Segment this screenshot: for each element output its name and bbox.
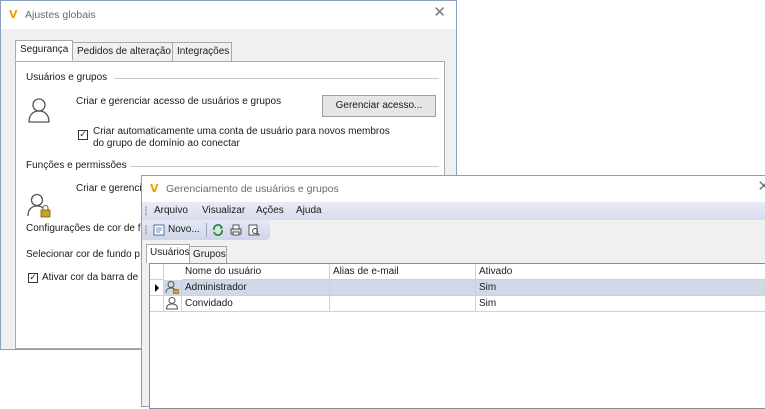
refresh-icon[interactable] xyxy=(211,223,225,237)
users-grid: Nome do usuário Alias de e-mail Ativado … xyxy=(149,263,765,409)
guest-user-icon xyxy=(165,297,179,310)
auto-create-label-line1: Criar automaticamente uma conta de usuár… xyxy=(93,126,390,137)
bg-color-label: Selecionar cor de fundo p xyxy=(26,249,140,260)
window-title: Gerenciamento de usuários e grupos xyxy=(166,183,339,195)
table-row[interactable]: Administrador Sim xyxy=(150,280,765,296)
new-icon[interactable] xyxy=(152,223,166,237)
toolbar-grip[interactable] xyxy=(145,225,147,235)
global-settings-titlebar[interactable]: V Ajustes globais ✕ xyxy=(1,1,456,29)
current-row-arrow-icon xyxy=(155,284,159,292)
new-button[interactable]: Novo... xyxy=(168,224,200,235)
cell-enabled[interactable]: Sim xyxy=(476,280,765,296)
row-icon-cell xyxy=(164,296,182,312)
cell-email-alias[interactable] xyxy=(330,280,476,296)
user-management-window: V Gerenciamento de usuários e grupos ✕ A… xyxy=(141,175,765,409)
menu-bar: Arquivo Visualizar Ações Ajuda xyxy=(142,202,765,220)
row-selector[interactable] xyxy=(150,280,164,296)
menu-acoes[interactable]: Ações xyxy=(256,205,284,216)
menubar-grip[interactable] xyxy=(145,206,147,216)
cell-username[interactable]: Convidado xyxy=(182,296,330,312)
section-divider xyxy=(130,166,439,167)
auto-create-label-line2: do grupo de domínio ao conectar xyxy=(93,138,240,149)
menu-visualizar[interactable]: Visualizar xyxy=(202,205,245,216)
grid-header-row: Nome do usuário Alias de e-mail Ativado xyxy=(150,264,765,280)
print-icon[interactable] xyxy=(229,223,243,237)
tab-pedidos-de-alteracao[interactable]: Pedidos de alteração xyxy=(72,42,173,61)
admin-user-icon xyxy=(165,281,179,294)
toolbar: Novo... xyxy=(142,220,270,240)
users-icon xyxy=(28,98,50,123)
print-preview-icon[interactable] xyxy=(247,223,261,237)
cell-enabled[interactable]: Sim xyxy=(476,296,765,312)
table-row[interactable]: Convidado Sim xyxy=(150,296,765,312)
color-config-label: Configurações de cor de f xyxy=(26,223,141,234)
roles-permissions-heading: Funções e permissões xyxy=(26,160,127,171)
cell-email-alias[interactable] xyxy=(330,296,476,312)
row-header-corner xyxy=(150,264,164,280)
users-groups-description: Criar e gerenciar acesso de usuários e g… xyxy=(76,96,282,107)
menu-arquivo[interactable]: Arquivo xyxy=(154,205,188,216)
manage-access-button[interactable]: Gerenciar acesso... xyxy=(322,95,436,117)
roles-description: Criar e gerenci xyxy=(76,183,142,194)
tab-usuarios[interactable]: Usuários xyxy=(146,244,190,263)
close-icon[interactable]: ✕ xyxy=(433,5,446,20)
window-title: Ajustes globais xyxy=(25,9,96,21)
users-groups-heading: Usuários e grupos xyxy=(26,72,108,83)
column-header-email-alias[interactable]: Alias de e-mail xyxy=(330,264,476,280)
cell-username[interactable]: Administrador xyxy=(182,280,330,296)
section-divider xyxy=(114,78,439,79)
column-header-enabled[interactable]: Ativado xyxy=(476,264,765,280)
toolbar-separator xyxy=(206,223,207,237)
auto-create-account-checkbox[interactable]: ✓ xyxy=(78,130,88,140)
tab-grupos[interactable]: Grupos xyxy=(189,246,227,263)
column-header-username[interactable]: Nome do usuário xyxy=(182,264,330,280)
row-icon-cell xyxy=(164,280,182,296)
menu-ajuda[interactable]: Ajuda xyxy=(296,205,322,216)
row-selector[interactable] xyxy=(150,296,164,312)
activate-bar-color-checkbox[interactable]: ✓ xyxy=(28,273,38,283)
role-lock-icon xyxy=(27,193,51,218)
tab-seguranca[interactable]: Segurança xyxy=(15,40,73,61)
close-icon[interactable]: ✕ xyxy=(757,179,765,194)
app-logo-icon: V xyxy=(150,182,159,195)
tab-integracoes[interactable]: Integrações xyxy=(172,42,232,61)
app-logo-icon: V xyxy=(9,8,18,21)
user-management-titlebar[interactable]: V Gerenciamento de usuários e grupos ✕ xyxy=(142,176,765,202)
activate-bar-color-label: Ativar cor da barra de xyxy=(42,272,139,283)
